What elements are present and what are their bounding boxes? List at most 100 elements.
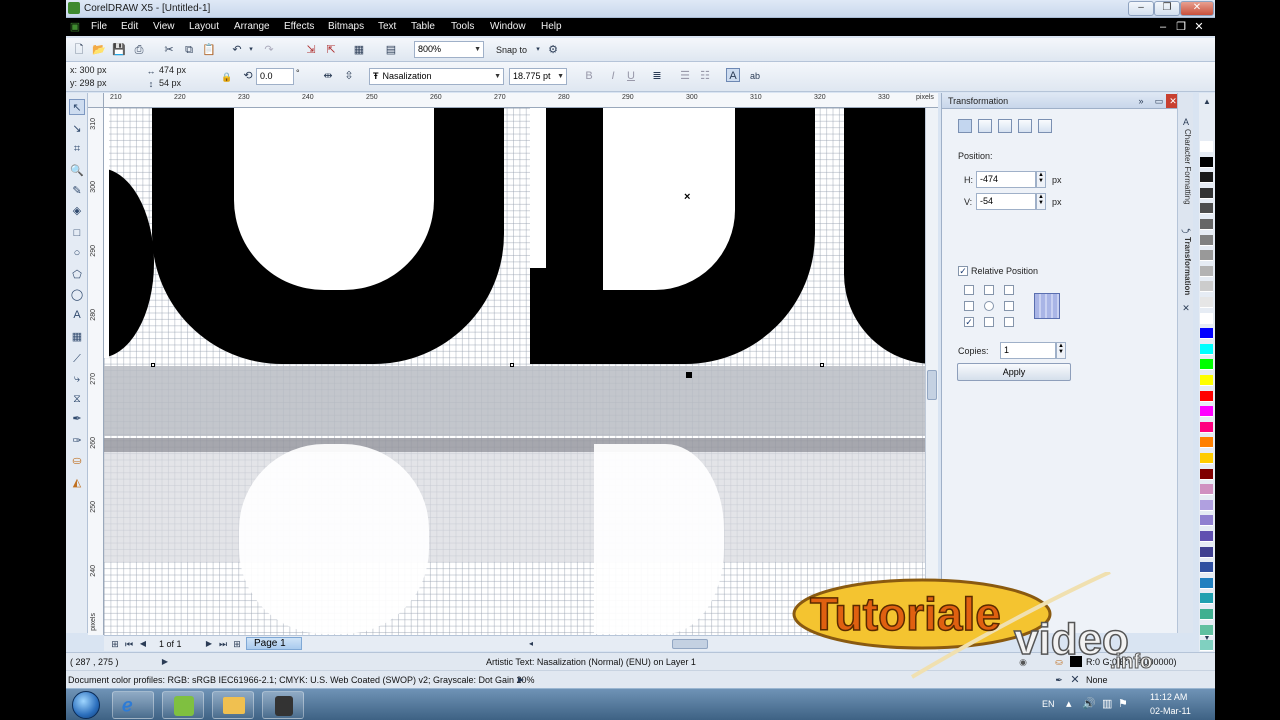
drop-cap-icon[interactable]: ☷ [698,69,712,83]
drawing-canvas[interactable]: × [104,108,925,635]
redo-icon[interactable]: ↷ [262,43,276,57]
palette-swatch[interactable] [1200,406,1213,418]
new-document-icon[interactable]: 🗋 [72,43,86,57]
menu-text[interactable]: Text [378,21,396,32]
palette-swatch[interactable] [1200,609,1213,620]
y-position-label[interactable]: y: 298 px [70,78,107,88]
close-tab-icon[interactable]: ✕ [1179,301,1193,315]
taskbar-media-icon[interactable] [262,691,304,719]
palette-swatch[interactable] [1200,141,1213,152]
rotation-angle-input[interactable]: 0.0 [256,68,294,85]
status-expand-icon[interactable]: ▶ [158,655,172,669]
palette-swatch[interactable] [1200,219,1213,230]
palette-swatch[interactable] [1200,375,1213,386]
h-spinner[interactable]: ▲ ▼ [1036,171,1046,188]
zoom-level-select[interactable]: 800% ▼ [414,41,484,58]
palette-swatch[interactable] [1200,437,1213,449]
palette-swatch[interactable] [1200,562,1213,574]
cut-icon[interactable]: ✂ [162,43,176,57]
undo-dropdown-icon[interactable]: ▾ [244,43,258,57]
next-page-icon[interactable]: ▶ [202,637,216,651]
volume-icon[interactable]: 🔊 [1082,697,1096,710]
pick-tool-icon[interactable]: ↖ [69,99,85,115]
transformation-tab-icon[interactable]: ⤻ [1179,223,1193,237]
document-menu-icon[interactable]: ▣ [68,20,82,34]
selection-handle[interactable] [151,363,155,367]
interactive-fill-tool-icon[interactable]: ◭ [69,475,85,491]
fill-tool-icon[interactable]: ⛀ [69,453,85,469]
basic-shapes-tool-icon[interactable]: ◯ [69,287,85,303]
profiles-expand-icon[interactable]: ▶ [514,673,528,687]
outline-pen-tool-icon[interactable]: ✑ [69,433,85,449]
font-list-select[interactable]: Ŧ Nasalization ▼ [369,68,504,85]
anchor-bottom-center[interactable] [984,317,994,327]
start-button[interactable] [72,691,100,719]
connector-tool-icon[interactable]: ⤷ [69,371,85,387]
show-hidden-icons-icon[interactable]: ▴ [1066,697,1072,710]
text-tool-icon[interactable]: A [69,307,85,323]
coreldraw-app-icon[interactable] [68,2,80,14]
bold-icon[interactable]: B [582,69,596,83]
clock-date[interactable]: 02-Mar-11 [1150,706,1191,716]
copies-spinner[interactable]: ▲ ▼ [1056,342,1066,359]
position-mode-icon[interactable] [958,119,972,133]
menu-help[interactable]: Help [541,21,562,32]
rotation-center-icon[interactable]: × [684,191,690,203]
menu-effects[interactable]: Effects [284,21,314,32]
italic-icon[interactable]: I [606,69,620,83]
vertical-ruler[interactable]: 310 300 290 280 270 260 250 240 pixels [88,108,104,635]
palette-swatch[interactable] [1200,468,1213,480]
import-icon[interactable]: ⇲ [304,43,318,57]
palette-swatch[interactable] [1200,421,1213,433]
crop-tool-icon[interactable]: ⌗ [69,141,85,157]
last-page-icon[interactable]: ⏭ [216,637,230,651]
taskbar-ie-icon[interactable]: ℯ [112,691,154,719]
vertical-scroll-thumb[interactable] [927,370,937,400]
menu-arrange[interactable]: Arrange [234,21,270,32]
horizontal-position-input[interactable]: -474 [976,171,1036,188]
menu-table[interactable]: Table [411,21,435,32]
apply-button[interactable]: Apply [957,363,1071,381]
copies-input[interactable]: 1 [1000,342,1056,359]
taskbar-coreldraw-icon[interactable] [162,691,204,719]
ruler-origin[interactable] [88,93,104,108]
docker-minimize-icon[interactable]: ▭ [1152,94,1166,108]
palette-swatch[interactable] [1200,499,1213,511]
restore-button[interactable]: ❐ [1154,1,1180,16]
size-mode-icon[interactable] [1018,119,1032,133]
menu-tools[interactable]: Tools [451,21,474,32]
bullet-list-icon[interactable]: ☰ [678,69,692,83]
character-formatting-icon[interactable]: A [1179,115,1193,129]
fill-status-icon[interactable]: ⛀ [1052,655,1066,669]
vertical-position-input[interactable]: -54 [976,193,1036,210]
scroll-right-icon[interactable]: ▸ [916,637,930,651]
anchor-top-center[interactable] [984,285,994,295]
horizontal-ruler[interactable]: 210 220 230 240 250 260 270 280 290 300 … [104,93,938,108]
ellipse-tool-icon[interactable]: ○ [69,245,85,261]
anchor-bottom-right[interactable] [1004,317,1014,327]
palette-swatch[interactable] [1200,328,1213,340]
anchor-top-left[interactable] [964,285,974,295]
text-properties-icon[interactable]: A [726,68,740,82]
menu-window[interactable]: Window [490,21,526,32]
polygon-tool-icon[interactable]: ⬠ [69,267,85,283]
doc-restore-icon[interactable]: ❐ [1174,20,1188,34]
undo-icon[interactable]: ↶ [230,43,244,57]
parallel-dimension-tool-icon[interactable]: ⟋ [69,351,85,367]
close-button[interactable]: ✕ [1180,1,1214,16]
vertical-scrollbar[interactable] [925,108,938,635]
palette-swatch[interactable] [1200,624,1213,636]
selection-handle[interactable] [820,363,824,367]
palette-swatch[interactable] [1200,172,1213,184]
clock-time[interactable]: 11:12 AM [1150,692,1187,702]
anchor-center[interactable] [984,301,994,311]
eyedropper-tool-icon[interactable]: ✒ [69,411,85,427]
mirror-horizontal-icon[interactable]: ⇹ [321,69,335,83]
palette-swatch[interactable] [1200,484,1213,496]
add-page-after-icon[interactable]: ⊞ [230,637,244,651]
table-tool-icon[interactable]: ▦ [69,329,85,345]
color-proof-icon[interactable]: ◉ [1016,655,1030,669]
skew-mode-icon[interactable] [1038,119,1052,133]
center-marker[interactable] [686,372,692,378]
tab-character-formatting[interactable]: Character Formatting [1180,129,1192,205]
